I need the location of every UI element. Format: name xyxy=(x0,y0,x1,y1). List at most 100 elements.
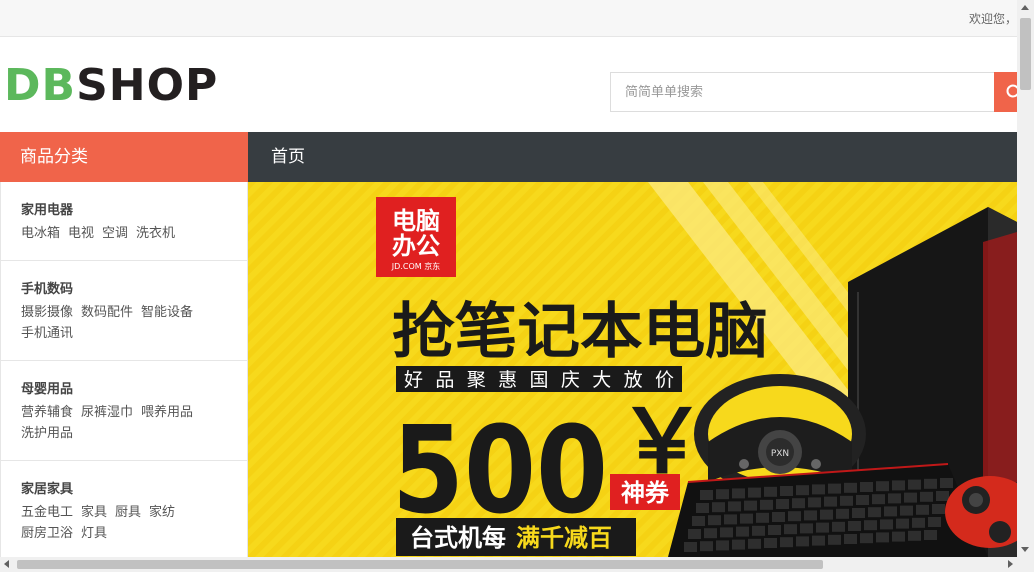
subcategory-list: 营养辅食 尿裤湿巾 喂养用品洗护用品 xyxy=(21,402,231,444)
scroll-left-arrow-icon[interactable] xyxy=(4,560,9,568)
horizontal-scroll-thumb[interactable] xyxy=(17,560,823,569)
subcategory-link[interactable]: 喂养用品 xyxy=(141,402,193,423)
keyboard-key xyxy=(696,503,709,513)
keyboard-key xyxy=(940,478,953,488)
keyboard-key xyxy=(728,501,741,512)
keyboard-key xyxy=(768,525,781,535)
horizontal-scrollbar[interactable] xyxy=(0,557,1017,572)
keyboard-key xyxy=(732,539,745,550)
keyboard-key xyxy=(716,540,729,551)
subcategory-link[interactable]: 电冰箱 xyxy=(21,223,60,244)
category-title[interactable]: 手机数码 xyxy=(21,278,247,297)
keyboard-key xyxy=(704,528,717,539)
keyboard-key xyxy=(932,504,945,514)
subcategory-link[interactable]: 营养辅食 xyxy=(21,402,73,423)
subcategory-link[interactable]: 摄影摄像 xyxy=(21,302,73,323)
keyboard-key xyxy=(884,506,897,517)
keyboard-key xyxy=(720,527,733,538)
scrollbar-corner xyxy=(1017,557,1034,572)
subcategory-link[interactable]: 数码配件 xyxy=(81,302,133,323)
keyboard-key xyxy=(820,509,833,520)
nav-home-link[interactable]: 首页 xyxy=(271,132,305,182)
subcategory-link[interactable]: 洗衣机 xyxy=(136,223,175,244)
scroll-up-arrow-icon[interactable] xyxy=(1021,5,1029,10)
keyboard-key xyxy=(804,510,817,521)
keyboard-key xyxy=(920,491,933,502)
keyboard-key xyxy=(868,507,881,518)
category-title[interactable]: 家用电器 xyxy=(21,199,247,218)
subcategory-link[interactable]: 手机通讯 xyxy=(21,323,73,344)
keyboard-key xyxy=(712,502,725,513)
subcategory-link[interactable]: 家纺 xyxy=(149,502,175,523)
category-group: 母婴用品营养辅食 尿裤湿巾 喂养用品洗护用品 xyxy=(1,361,247,461)
keyboard-key xyxy=(876,532,889,543)
search-box xyxy=(610,72,995,112)
keyboard-key xyxy=(716,489,729,500)
keyboard-key xyxy=(756,512,769,523)
keyboard-key xyxy=(760,499,773,510)
subcategory-link[interactable]: 厨房卫浴 xyxy=(21,523,73,544)
keyboard-key xyxy=(800,523,813,534)
keyboard-key xyxy=(824,496,837,507)
subcategory-link[interactable]: 洗护用品 xyxy=(21,423,73,444)
category-menu-title[interactable]: 商品分类 xyxy=(0,132,248,182)
search-button[interactable] xyxy=(994,72,1017,112)
subcategory-link[interactable]: 电视 xyxy=(68,223,94,244)
keyboard-key xyxy=(776,499,789,509)
keyboard-key xyxy=(692,516,705,526)
subcategory-link[interactable]: 智能设备 xyxy=(141,302,193,323)
keyboard-key xyxy=(880,519,893,530)
subcategory-list: 摄影摄像 数码配件 智能设备手机通讯 xyxy=(21,302,231,344)
keyboard-key xyxy=(844,482,857,493)
search-input[interactable] xyxy=(611,73,994,111)
keyboard-key xyxy=(864,520,877,531)
keyboard-key xyxy=(908,479,921,490)
keyboard-key xyxy=(748,487,761,498)
keyboard-key xyxy=(752,525,765,536)
subcategory-link[interactable]: 厨具 xyxy=(115,502,141,523)
keyboard-key xyxy=(888,493,901,504)
keyboard-key xyxy=(764,538,777,548)
keyboard-key xyxy=(908,530,921,541)
category-group: 家用电器电冰箱 电视 空调 洗衣机 xyxy=(1,182,247,261)
scroll-down-arrow-icon[interactable] xyxy=(1021,547,1029,552)
category-title[interactable]: 母婴用品 xyxy=(21,378,247,397)
promo-banner[interactable]: 电脑 办公 JD.COM 京东 抢笔记本电脑 好品聚惠国庆大放价 500 ￥ 神… xyxy=(248,182,1017,557)
keyboard-key xyxy=(892,531,905,542)
keyboard-key xyxy=(844,534,857,544)
bottom-prefix: 台式机每 xyxy=(410,524,506,552)
keyboard-key xyxy=(708,515,721,526)
keyboard-key xyxy=(700,490,713,500)
logo-shop: SHOP xyxy=(76,60,219,111)
subcategory-link[interactable]: 空调 xyxy=(102,223,128,244)
keyboard-key xyxy=(812,484,825,495)
keyboard-key xyxy=(700,541,713,552)
vertical-scroll-thumb[interactable] xyxy=(1020,18,1031,90)
keyboard-key xyxy=(852,508,865,518)
keyboard-key xyxy=(740,513,753,524)
keyboard-key xyxy=(736,526,749,537)
keyboard-key xyxy=(876,481,889,492)
keyboard-key xyxy=(904,492,917,503)
keyboard-key xyxy=(688,529,701,539)
keyboard-key xyxy=(812,535,825,546)
keyboard-key xyxy=(780,486,793,496)
site-logo[interactable]: DBSHOP xyxy=(4,64,218,108)
keyboard-key xyxy=(828,534,841,545)
subcategory-list: 电冰箱 电视 空调 洗衣机 xyxy=(21,223,231,244)
keyboard-key xyxy=(912,517,925,528)
keyboard-key xyxy=(796,536,809,547)
subcategory-link[interactable]: 尿裤湿巾 xyxy=(81,402,133,423)
subcategory-link[interactable]: 家具 xyxy=(81,502,107,523)
scroll-right-arrow-icon[interactable] xyxy=(1008,560,1013,568)
subcategory-link[interactable]: 灯具 xyxy=(81,523,107,544)
badge-line1: 电脑 xyxy=(392,207,440,235)
keyboard-key xyxy=(816,522,829,533)
vertical-scrollbar[interactable] xyxy=(1017,0,1034,557)
category-title[interactable]: 家居家具 xyxy=(21,478,247,497)
keyboard-key xyxy=(732,488,745,499)
keyboard-key xyxy=(892,480,905,491)
subcategory-link[interactable]: 五金电工 xyxy=(21,502,73,523)
search-icon xyxy=(1006,84,1017,98)
keyboard-key xyxy=(840,495,853,506)
